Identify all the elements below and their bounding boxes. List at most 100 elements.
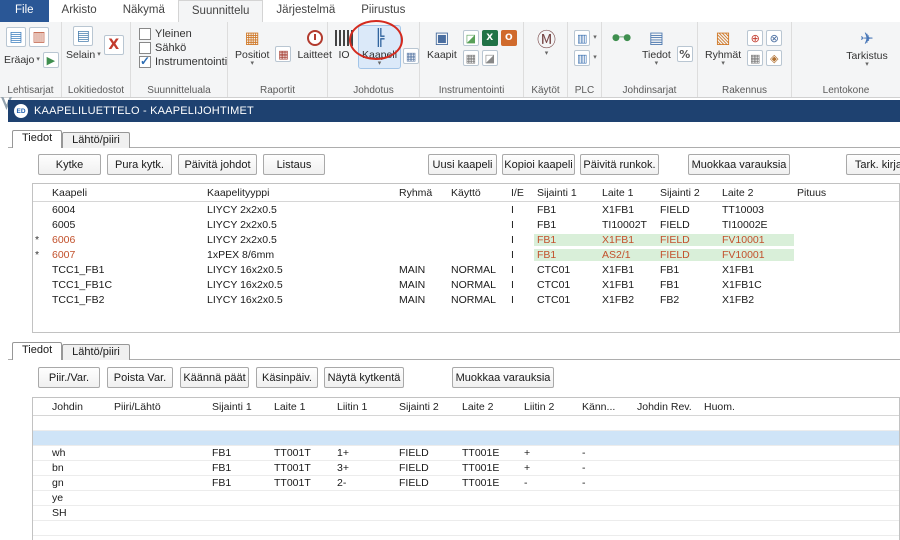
column-header[interactable]: Känn... bbox=[579, 401, 634, 413]
poista-var-button[interactable]: Poista Var. bbox=[107, 367, 173, 388]
table-row[interactable]: TCC1_FB2LIYCY 16x2x0.5MAINNORMALICTC01X1… bbox=[33, 292, 899, 307]
grid-icon[interactable]: ▦ bbox=[463, 50, 479, 66]
batch-run-icon[interactable]: ▶ bbox=[43, 52, 59, 68]
grid-icon[interactable]: ▦ bbox=[747, 50, 763, 66]
plc-io-icon[interactable]: ▥ bbox=[574, 50, 590, 66]
table-row[interactable] bbox=[33, 416, 899, 431]
column-header[interactable]: Ryhmä bbox=[396, 187, 448, 199]
kaytot-button[interactable]: Ⓜ ▾ bbox=[528, 28, 565, 58]
percent-icon[interactable]: % bbox=[677, 46, 693, 62]
kopioi-kaapeli-button[interactable]: Kopioi kaapeli bbox=[502, 154, 575, 175]
tab-tiedot-lower[interactable]: Tiedot bbox=[12, 342, 62, 360]
table-row[interactable]: TCC1_FB1CLIYCY 16x2x0.5MAINNORMALICTC01X… bbox=[33, 277, 899, 292]
table-row[interactable]: ye bbox=[33, 491, 899, 506]
column-header[interactable]: Kaapeli bbox=[49, 187, 204, 199]
muokkaa-varauksia-button-upper[interactable]: Muokkaa varauksia bbox=[688, 154, 790, 175]
tab-lahto-piiri-lower[interactable]: Lähtö/piiri bbox=[62, 344, 130, 360]
column-header[interactable]: Laite 1 bbox=[599, 187, 657, 199]
window-titlebar[interactable]: ED KAAPELILUETTELO - KAAPELIJOHTIMET bbox=[8, 100, 900, 122]
xml-log-icon[interactable]: X bbox=[104, 35, 124, 55]
table-row[interactable]: gnFB1TT001T2-FIELDTT001E-- bbox=[33, 476, 899, 491]
positiot-button[interactable]: ▦ Positiot ▾ bbox=[232, 26, 272, 68]
sheet-series-icon[interactable]: ▤ bbox=[6, 27, 26, 47]
table-row[interactable]: 6004LIYCY 2x2x0.5IFB1X1FB1FIELDTT10003 bbox=[33, 202, 899, 217]
conductor-table[interactable]: JohdinPiiri/LähtöSijainti 1Laite 1Liitin… bbox=[32, 397, 900, 540]
tab-suunnittelu[interactable]: Suunnittelu bbox=[178, 0, 264, 22]
io-button[interactable]: IO bbox=[332, 26, 356, 62]
table-row[interactable]: *60071xPEX 8/6mmIFB1AS2/1FIELDFV10001 bbox=[33, 247, 899, 262]
kaapit-button[interactable]: ▣ Kaapit bbox=[424, 26, 460, 62]
column-header[interactable]: Sijainti 1 bbox=[209, 401, 271, 413]
diamond-icon[interactable]: ◈ bbox=[766, 50, 782, 66]
checkbox-sahko[interactable]: Sähkö bbox=[139, 42, 225, 54]
column-header[interactable]: Laite 2 bbox=[719, 187, 794, 199]
muokkaa-varauksia-button-lower[interactable]: Muokkaa varauksia bbox=[452, 367, 554, 388]
table-row[interactable]: *6006LIYCY 2x2x0.5IFB1X1FB1FIELDFV10001 bbox=[33, 232, 899, 247]
column-header[interactable]: Kaapelityyppi bbox=[204, 187, 396, 199]
cable-table[interactable]: KaapeliKaapelityyppiRyhmäKäyttöI/ESijain… bbox=[32, 183, 900, 333]
excel-file-icon[interactable]: X bbox=[482, 30, 498, 46]
data-doc-icon: ▤ bbox=[644, 27, 668, 49]
tiedot-button[interactable]: ▤ Tiedot ▾ bbox=[639, 26, 674, 68]
kytke-button[interactable]: Kytke bbox=[38, 154, 101, 175]
kaapeli-button[interactable]: ╠ Kaapeli ▾ bbox=[359, 26, 400, 68]
kaanna-paat-button[interactable]: Käännä päät bbox=[180, 367, 249, 388]
column-header[interactable]: Laite 1 bbox=[271, 401, 334, 413]
remove-circle-icon[interactable]: ⊗ bbox=[766, 30, 782, 46]
tab-nakyma[interactable]: Näkymä bbox=[110, 0, 178, 22]
column-header[interactable]: Johdin Rev. bbox=[634, 401, 701, 413]
tab-piirustus[interactable]: Piirustus bbox=[348, 0, 418, 22]
checkbox-yleinen[interactable]: Yleinen bbox=[139, 28, 225, 40]
upper-tab-divider bbox=[8, 147, 900, 148]
column-header[interactable]: Liitin 1 bbox=[334, 401, 396, 413]
kasinpaiv-button[interactable]: Käsinpäiv. bbox=[256, 367, 318, 388]
wiring-grid-icon[interactable]: ▦ bbox=[403, 48, 419, 64]
table-row[interactable] bbox=[33, 521, 899, 536]
listaus-button[interactable]: Listaus bbox=[263, 154, 325, 175]
column-header[interactable]: I/E bbox=[508, 187, 534, 199]
picture-icon[interactable]: ◪ bbox=[463, 30, 479, 46]
tab-arkisto[interactable]: Arkisto bbox=[49, 0, 110, 22]
add-circle-icon[interactable]: ⊕ bbox=[747, 30, 763, 46]
column-header[interactable]: Sijainti 2 bbox=[396, 401, 459, 413]
table-report-icon[interactable]: ▦ bbox=[275, 46, 291, 62]
table-row[interactable]: bnFB1TT001T3+FIELDTT001E+- bbox=[33, 461, 899, 476]
column-header[interactable]: Sijainti 1 bbox=[534, 187, 599, 199]
nayta-kytkenta-button[interactable]: Näytä kytkentä bbox=[324, 367, 404, 388]
tarkistus-button[interactable]: ✈ Tarkistus ▾ bbox=[836, 27, 898, 69]
tab-lahto-piiri-upper[interactable]: Lähtö/piiri bbox=[62, 132, 130, 148]
table-row[interactable]: TCC1_FB1LIYCY 16x2x0.5MAINNORMALICTC01X1… bbox=[33, 262, 899, 277]
eraajo-button[interactable]: Eräajo▾ bbox=[4, 54, 40, 66]
log-file-icon[interactable]: ▤ bbox=[73, 26, 93, 46]
plc-rack-icon[interactable]: ▥ bbox=[574, 30, 590, 46]
harness-nodes-button[interactable]: ●─● bbox=[606, 26, 636, 50]
uusi-kaapeli-button[interactable]: Uusi kaapeli bbox=[428, 154, 497, 175]
pura-kytk-button[interactable]: Pura kytk. bbox=[107, 154, 172, 175]
tab-file[interactable]: File bbox=[0, 0, 49, 22]
table-row[interactable]: whFB1TT001T1+FIELDTT001E+- bbox=[33, 446, 899, 461]
ryhmat-button[interactable]: ▧ Ryhmät ▾ bbox=[702, 26, 744, 68]
sheet-edit-icon[interactable]: ▥ bbox=[29, 27, 49, 47]
table-row[interactable]: SH bbox=[33, 506, 899, 521]
column-header[interactable]: Piiri/Lähtö bbox=[111, 401, 209, 413]
table-cell: CTC01 bbox=[534, 264, 599, 276]
selain-button[interactable]: Selain▾ bbox=[66, 49, 101, 61]
column-header[interactable]: Liitin 2 bbox=[521, 401, 579, 413]
checkbox-instrumentointi[interactable]: Instrumentointi bbox=[139, 56, 225, 68]
column-header[interactable]: Sijainti 2 bbox=[657, 187, 719, 199]
column-header[interactable]: Johdin bbox=[49, 401, 111, 413]
tab-jarjestelma[interactable]: Järjestelmä bbox=[263, 0, 348, 22]
outlook-file-icon[interactable]: O bbox=[501, 30, 517, 46]
column-header[interactable]: Laite 2 bbox=[459, 401, 521, 413]
piir-var-button[interactable]: Piir./Var. bbox=[38, 367, 100, 388]
table-row[interactable]: 6005LIYCY 2x2x0.5IFB1TI10002TFIELDTI1000… bbox=[33, 217, 899, 232]
tark-kirjastosta-button[interactable]: Tark. kirjastos bbox=[846, 154, 900, 175]
image-icon[interactable]: ◪ bbox=[482, 50, 498, 66]
column-header[interactable]: Pituus bbox=[794, 187, 899, 199]
paivita-runkok-button[interactable]: Päivitä runkok. bbox=[580, 154, 659, 175]
column-header[interactable]: Huom. bbox=[701, 401, 899, 413]
tab-tiedot-upper[interactable]: Tiedot bbox=[12, 130, 62, 148]
paivita-johdot-button[interactable]: Päivitä johdot bbox=[178, 154, 257, 175]
table-row[interactable] bbox=[33, 431, 899, 446]
column-header[interactable]: Käyttö bbox=[448, 187, 508, 199]
